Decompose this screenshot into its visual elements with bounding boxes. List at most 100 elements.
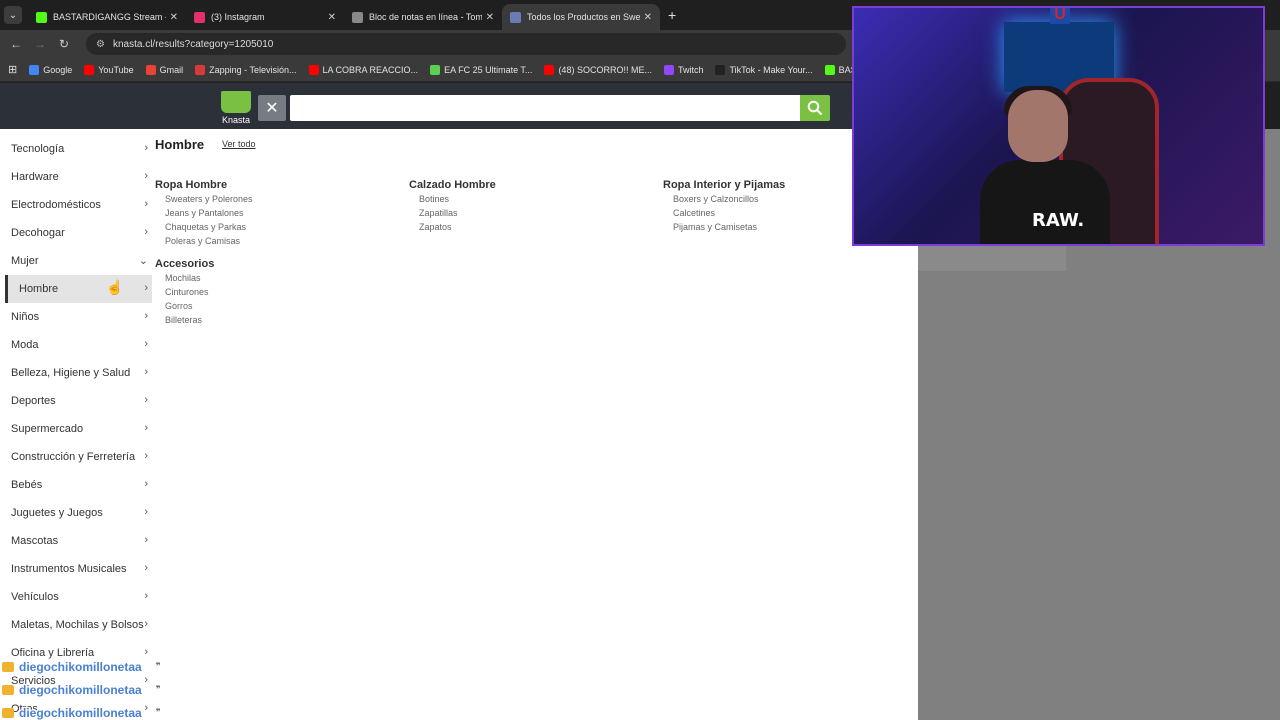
tab-search-icon[interactable]: ⌄ — [4, 6, 22, 24]
apps-grid-icon[interactable]: ⊞ — [8, 63, 17, 76]
close-menu-button[interactable]: ✕ — [258, 95, 286, 121]
category-sidebar: Tecnología › Hardware › Electrodomésticos › De… — [0, 135, 152, 720]
sidebar-item-label: Niños — [11, 311, 40, 323]
tab-favicon-icon — [510, 11, 521, 23]
bookmark-item[interactable]: Gmail — [145, 64, 183, 75]
menu-link[interactable]: Zapatos — [409, 222, 496, 236]
sidebar-item[interactable]: Tecnología › — [0, 135, 152, 163]
menu-link[interactable]: Cinturones — [155, 287, 253, 301]
bookmark-item[interactable]: Twitch — [663, 64, 704, 75]
sidebar-item-label: Decohogar — [11, 227, 65, 239]
bookmark-item[interactable]: YouTube — [84, 64, 134, 75]
sidebar-item[interactable]: Instrumentos Musicales › — [0, 555, 152, 583]
sidebar-item-label: Supermercado — [11, 423, 84, 435]
menu-link[interactable]: Calcetines — [663, 208, 785, 222]
logo-text: Knasta — [221, 115, 251, 125]
site-info-icon[interactable]: ⚙ — [96, 39, 105, 50]
sidebar-item[interactable]: Moda › — [0, 331, 152, 359]
reload-icon[interactable]: ↻ — [52, 37, 76, 51]
shirt-text: RAW. — [1032, 210, 1085, 231]
search-input[interactable] — [290, 95, 800, 121]
sidebar-item[interactable]: Niños › — [0, 303, 152, 331]
sidebar-item[interactable]: Mujer ⌄ — [0, 247, 152, 275]
chevron-icon: › — [144, 282, 148, 294]
sidebar-item-label: Hardware — [11, 171, 59, 183]
address-bar[interactable]: ⚙ knasta.cl/results?category=1205010 — [86, 33, 846, 55]
menu-link[interactable]: Botines — [409, 194, 496, 208]
new-tab-button[interactable]: + — [668, 7, 676, 23]
bookmark-item[interactable]: Google — [29, 64, 73, 75]
search-button[interactable] — [800, 95, 830, 121]
bookmark-item[interactable]: LA COBRA REACCIO... — [308, 64, 418, 75]
menu-link[interactable]: Gorros — [155, 301, 253, 315]
back-icon[interactable]: ← — [4, 37, 28, 51]
menu-group-heading[interactable]: Ropa Hombre — [155, 179, 253, 191]
browser-tab[interactable]: BASTARDIGANGG Stream - Wa ✕ — [28, 4, 186, 30]
close-tab-icon[interactable]: ✕ — [170, 12, 178, 23]
menu-link[interactable]: Jeans y Pantalones — [155, 208, 253, 222]
sidebar-item[interactable]: Electrodomésticos › — [0, 191, 152, 219]
bookmark-item[interactable]: EA FC 25 Ultimate T... — [430, 64, 532, 75]
menu-link[interactable]: Mochilas — [155, 273, 253, 287]
menu-group: Calzado Hombre Botines Zapatillas Zapatos — [409, 179, 496, 236]
search-icon — [807, 100, 823, 116]
menu-link[interactable]: Zapatillas — [409, 208, 496, 222]
bookmark-item[interactable]: TikTok - Make Your... — [715, 64, 813, 75]
bookmark-label: Google — [43, 64, 73, 75]
knasta-logo[interactable]: Knasta — [220, 91, 252, 125]
sidebar-item[interactable]: Mascotas › — [0, 527, 152, 555]
menu-column: Ropa Hombre Sweaters y Polerones Jeans y P… — [155, 179, 253, 337]
menu-group-heading[interactable]: Accesorios — [155, 258, 253, 270]
sidebar-item[interactable]: Juguetes y Juegos › — [0, 499, 152, 527]
close-tab-icon[interactable]: ✕ — [486, 12, 494, 23]
menu-link[interactable]: Boxers y Calzoncillos — [663, 194, 785, 208]
browser-tab[interactable]: Bloc de notas en línea - Toma y ✕ — [344, 4, 502, 30]
sidebar-item[interactable]: Deportes › — [0, 387, 152, 415]
bookmark-favicon-icon — [715, 64, 726, 75]
menu-link[interactable]: Pijamas y Camisetas — [663, 222, 785, 236]
sidebar-item[interactable]: Supermercado › — [0, 415, 152, 443]
sidebar-item[interactable]: Decohogar › — [0, 219, 152, 247]
menu-group: Ropa Interior y Pijamas Boxers y Calzonci… — [663, 179, 785, 236]
bookmark-label: (48) SOCORRO!! ME... — [558, 64, 652, 75]
browser-tab[interactable]: Todos los Productos en Sweate ✕ — [502, 4, 660, 30]
chevron-icon: › — [144, 478, 148, 490]
close-tab-icon[interactable]: ✕ — [328, 12, 336, 23]
bookmark-label: Zapping - Televisión... — [209, 64, 297, 75]
chevron-icon: › — [144, 562, 148, 574]
page-content: Tecnología › Hardware › Electrodomésticos › De… — [0, 129, 918, 720]
sidebar-item[interactable]: Construcción y Ferretería › — [0, 443, 152, 471]
chevron-icon: › — [144, 618, 148, 630]
menu-link[interactable]: Sweaters y Polerones — [155, 194, 253, 208]
menu-link[interactable]: Poleras y Camisas — [155, 236, 253, 250]
see-all-link[interactable]: Ver todo — [222, 139, 256, 149]
chevron-icon: › — [144, 198, 148, 210]
sidebar-item-label: Juguetes y Juegos — [11, 507, 103, 519]
tab-title: Bloc de notas en línea - Toma y — [369, 12, 482, 22]
sidebar-item[interactable]: Belleza, Higiene y Salud › — [0, 359, 152, 387]
bookmark-item[interactable]: (48) SOCORRO!! ME... — [544, 64, 652, 75]
bookmark-favicon-icon — [824, 64, 835, 75]
browser-tab[interactable]: (3) Instagram ✕ — [186, 4, 344, 30]
sidebar-item-label: Deportes — [11, 395, 56, 407]
emote-icon: ❞ — [155, 684, 161, 694]
menu-link[interactable]: Billeteras — [155, 315, 253, 329]
bookmark-item[interactable]: Zapping - Televisión... — [195, 64, 297, 75]
menu-column: Calzado Hombre Botines Zapatillas Zapatos — [409, 179, 496, 244]
forward-icon[interactable]: → — [28, 37, 52, 51]
webcam-overlay: RAW. U — [852, 6, 1265, 246]
bookmark-favicon-icon — [195, 64, 206, 75]
menu-link[interactable]: Chaquetas y Parkas — [155, 222, 253, 236]
sidebar-item[interactable]: Maletas, Mochilas y Bolsos › — [0, 611, 152, 639]
menu-column: Ropa Interior y Pijamas Boxers y Calzonci… — [663, 179, 785, 244]
chat-overlay: diegochikomillonetaa ❞ diegochikomilloneta… — [2, 655, 202, 720]
bookmark-label: Twitch — [677, 64, 704, 75]
close-tab-icon[interactable]: ✕ — [644, 12, 652, 23]
sidebar-item[interactable]: Bebés › — [0, 471, 152, 499]
emote-icon: ❞ — [155, 707, 161, 717]
sidebar-item[interactable]: Vehículos › — [0, 583, 152, 611]
sidebar-item[interactable]: Hardware › — [0, 163, 152, 191]
menu-group-heading[interactable]: Calzado Hombre — [409, 179, 496, 191]
sidebar-item[interactable]: Hombre › — [5, 275, 152, 303]
menu-group-heading[interactable]: Ropa Interior y Pijamas — [663, 179, 785, 191]
